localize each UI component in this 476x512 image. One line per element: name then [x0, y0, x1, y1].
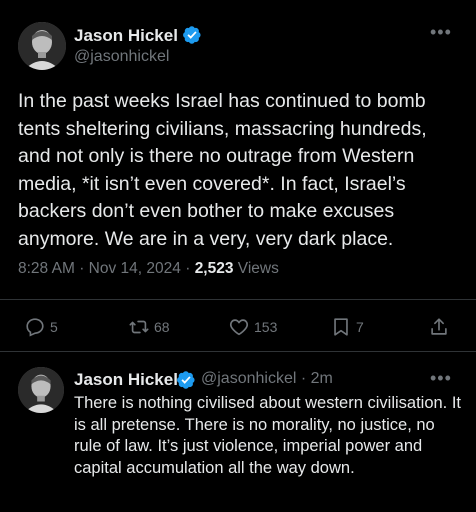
more-icon[interactable]: •••	[430, 368, 452, 389]
retweet-count: 68	[154, 319, 170, 335]
verified-badge-icon	[183, 26, 201, 44]
verified-badge-icon	[177, 371, 195, 389]
views-count: 2,523	[194, 260, 234, 277]
tweet-date[interactable]: Nov 14, 2024	[89, 260, 181, 277]
reply-time[interactable]: 2m	[311, 370, 333, 387]
bookmark-count: 7	[356, 319, 364, 335]
like-button[interactable]: 153	[228, 316, 277, 338]
tweet-time[interactable]: 8:28 AM	[18, 260, 75, 277]
retweet-button[interactable]: 68	[128, 316, 170, 338]
retweet-icon	[129, 320, 149, 334]
meta-separator: ·	[300, 370, 307, 387]
share-icon	[431, 318, 447, 335]
meta-separator: ·	[79, 260, 85, 277]
reply-avatar[interactable]	[18, 367, 64, 413]
reply-button[interactable]: 5	[24, 316, 58, 338]
like-count: 153	[254, 319, 278, 335]
author-handle[interactable]: @jasonhickel	[74, 48, 169, 66]
heart-icon	[229, 319, 249, 336]
meta-separator: ·	[185, 260, 191, 277]
reply-author-handle[interactable]: @jasonhickel	[201, 370, 296, 387]
tweet-text: In the past weeks Israel has continued t…	[18, 90, 427, 250]
divider	[0, 351, 476, 352]
views-label: Views	[237, 260, 279, 277]
author-name[interactable]: Jason Hickel	[74, 26, 178, 46]
avatar[interactable]	[18, 22, 66, 70]
reply-icon	[26, 318, 44, 337]
reply-author-name[interactable]: Jason Hickel	[74, 370, 178, 390]
divider	[0, 299, 476, 300]
reply-handle-line: @jasonhickel · 2m	[201, 370, 333, 388]
reply-text: There is nothing civilised about western…	[74, 394, 462, 477]
tweet-meta: 8:28 AM · Nov 14, 2024 · 2,523 Views	[18, 260, 279, 278]
bookmark-button[interactable]: 7	[330, 316, 364, 338]
reply-count: 5	[50, 319, 58, 335]
share-button[interactable]	[428, 316, 450, 338]
more-icon[interactable]: •••	[430, 22, 452, 43]
avatar-photo	[18, 22, 66, 70]
bookmark-icon	[334, 318, 348, 336]
avatar-photo	[18, 367, 64, 413]
